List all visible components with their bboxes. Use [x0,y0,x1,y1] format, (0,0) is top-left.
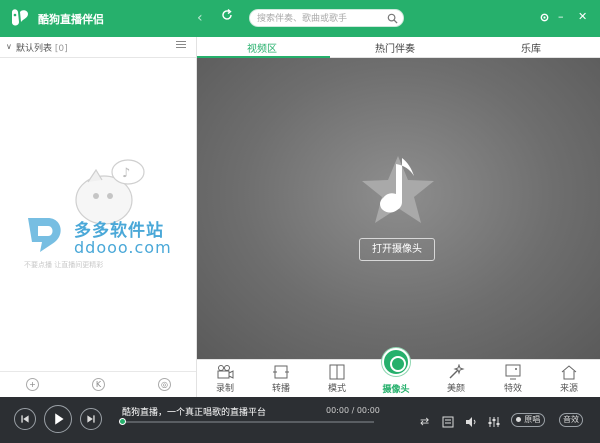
gear-icon[interactable] [539,12,550,23]
watermark-logo-icon [28,218,61,252]
previous-icon[interactable] [14,408,36,430]
kugou-logo-icon [12,9,28,26]
source-label: 来源 [559,384,578,394]
mode-label: 模式 [327,384,346,394]
playlist-footer: + K ◎ [0,371,196,397]
mode-button[interactable]: 模式 [309,360,365,398]
effects-label: 特效 [503,384,522,394]
toggle-dot-icon [515,417,521,422]
tab-hot-accompaniment[interactable]: 热门伴奏 [375,40,415,55]
app-window: 酷狗直播伴侣 ‹ – ✕ ∨ 默认列表 [0] [0,0,600,443]
search-icon[interactable] [387,13,398,24]
refresh-icon[interactable] [220,8,234,22]
tab-music-library[interactable]: 乐库 [521,40,541,55]
add-icon[interactable]: + [26,378,39,391]
source-button[interactable]: 来源 [541,360,597,398]
volume-icon[interactable] [465,416,477,428]
main-tabs: 视频区 热门伴奏 乐库 [197,37,600,58]
beauty-button[interactable]: 美颜 [428,360,484,398]
app-title: 酷狗直播伴侣 [38,13,104,26]
equalizer-icon[interactable] [488,416,500,428]
close-icon[interactable]: ✕ [578,10,587,24]
playback-time: 00:00 / 00:00 [326,406,380,415]
progress-bar[interactable] [119,418,374,425]
record-button[interactable]: 录制 [197,360,253,398]
effects-icon [505,364,521,380]
record-label: 录制 [215,384,234,394]
chevron-down-icon[interactable]: ∨ [6,42,12,51]
tab-video-area[interactable]: 视频区 [247,40,277,55]
sound-effect-label: 音效 [563,415,579,424]
watermark-url: ddooo.com [74,238,172,257]
effects-button[interactable]: 特效 [485,360,541,398]
song-title: 酷狗直播，一个真正唱歌的直播平台 [122,408,267,418]
minimize-icon[interactable]: – [558,10,564,24]
open-camera-button[interactable]: 打开摄像头 [359,238,435,261]
home-icon [561,365,577,380]
menu-icon[interactable] [176,41,186,51]
k-song-icon[interactable]: K [92,378,105,391]
progress-handle[interactable] [119,418,126,425]
locate-icon[interactable]: ◎ [158,378,171,391]
next-icon[interactable] [80,408,102,430]
sound-effect-button[interactable]: 音效 [559,413,583,427]
shuffle-icon[interactable]: ⇄ [420,415,429,428]
playlist-count: [0] [54,44,68,54]
relay-icon [273,365,289,379]
layout-mode-icon [329,364,345,380]
back-icon[interactable]: ‹ [197,10,203,26]
music-star-icon [362,156,434,223]
camera-button[interactable]: 摄像头 [368,348,424,398]
camera-label: 摄像头 [382,385,410,395]
playlist-title: 默认列表 [16,44,53,54]
search-input[interactable] [257,12,382,25]
video-record-icon [217,365,234,379]
title-bar: 酷狗直播伴侣 ‹ – ✕ [0,0,600,37]
original-vocal-label: 原唱 [524,415,541,424]
search-box [249,9,404,27]
playlist-header[interactable]: ∨ 默认列表 [0] [0,37,196,58]
play-icon[interactable] [44,405,72,433]
lyrics-icon[interactable] [442,416,454,428]
original-vocal-toggle[interactable]: 原唱 [511,413,545,427]
feature-toolbar: 录制 转播 模式 摄像头 美颜 特效 来源 [197,348,600,398]
svg-text:♪: ♪ [122,166,130,181]
relay-button[interactable]: 转播 [253,360,309,398]
watermark-subtitle: 不要点播 让直播间更精彩 [24,261,104,269]
playlist-panel: ∨ 默认列表 [0] ♪ 多多软件站 ddooo.com 不要点播 让直播间更精… [0,37,197,397]
beauty-label: 美颜 [446,384,465,394]
relay-label: 转播 [271,384,290,394]
watermark: 多多软件站 ddooo.com 不要点播 让直播间更精彩 [22,212,202,282]
magic-wand-icon [449,364,465,379]
player-bar: 酷狗直播，一个真正唱歌的直播平台 00:00 / 00:00 ⇄ 原唱 音效 [0,397,600,443]
camera-icon [382,348,410,376]
video-preview-area: 打开摄像头 [197,58,600,359]
